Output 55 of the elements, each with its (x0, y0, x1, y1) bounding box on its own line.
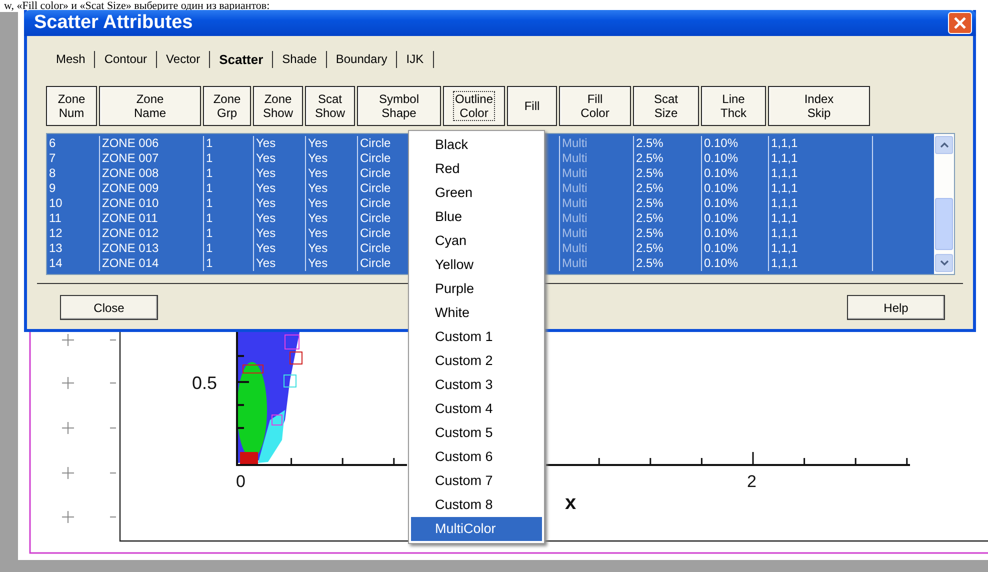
column-header[interactable]: Fill Color (559, 86, 631, 126)
menu-item[interactable]: Custom 6 (411, 445, 542, 469)
menu-item[interactable]: Custom 4 (411, 397, 542, 421)
tab[interactable]: IJK (397, 50, 434, 68)
menu-item[interactable]: White (411, 301, 542, 325)
tab[interactable]: Contour (95, 50, 158, 68)
menu-item[interactable]: Custom 8 (411, 493, 542, 517)
column-header[interactable]: Zone Grp (203, 86, 251, 126)
scrollbar[interactable] (934, 134, 954, 274)
chevron-down-icon (940, 260, 948, 266)
scroll-down-button[interactable] (935, 254, 953, 272)
menu-item[interactable]: Custom 1 (411, 325, 542, 349)
document-text: w, «Fill color» и «Scat Size» выберите один из вариантов: (3, 0, 271, 12)
tab[interactable]: Shade (273, 50, 327, 68)
menu-item[interactable]: Purple (411, 277, 542, 301)
menu-item[interactable]: Custom 3 (411, 373, 542, 397)
column-header[interactable]: Symbol Shape (357, 86, 441, 126)
column-header[interactable]: Scat Size (633, 86, 699, 126)
y-tick-label: 0.5 (192, 373, 218, 393)
x-axis-label: x (565, 492, 576, 514)
table-cell: 0.10% (702, 256, 769, 271)
scroll-thumb[interactable] (935, 198, 953, 250)
tab[interactable]: Boundary (326, 50, 398, 68)
scroll-up-button[interactable] (935, 136, 953, 154)
tab[interactable]: Scatter (210, 50, 274, 68)
x-tick-label: 0 (236, 472, 246, 491)
dialog-button[interactable]: Close (60, 295, 158, 320)
column-header[interactable]: Fill (507, 86, 557, 126)
table-cell: Yes (306, 256, 358, 271)
menu-item[interactable]: MultiColor (411, 517, 542, 541)
table-cell: 1,1,1 (769, 256, 873, 271)
dialog-button[interactable]: Help (847, 295, 945, 320)
column-header[interactable]: Zone Num (46, 86, 97, 126)
tab[interactable]: Mesh (47, 50, 96, 68)
column-header[interactable]: Index Skip (768, 86, 870, 126)
window-title: Scatter Attributes (34, 12, 193, 34)
column-header[interactable]: Line Thck (701, 86, 766, 126)
table-cell: 2.5% (634, 256, 702, 271)
table-cell: Multi (560, 256, 634, 271)
close-button[interactable] (948, 12, 972, 34)
column-header[interactable]: Zone Show (253, 86, 303, 126)
table-cell: ZONE 014 (100, 256, 204, 271)
table-cell: Yes (254, 256, 306, 271)
menu-item[interactable]: Custom 7 (411, 469, 542, 493)
table-cell: 14 (47, 256, 100, 271)
close-icon (953, 16, 967, 30)
x-tick-label: 2 (747, 472, 756, 491)
column-header[interactable]: Outline Color (443, 86, 505, 126)
column-header[interactable]: Zone Name (99, 86, 201, 126)
menu-item[interactable]: Custom 2 (411, 349, 542, 373)
column-header[interactable]: Scat Show (305, 86, 355, 126)
menu-item[interactable]: Custom 5 (411, 421, 542, 445)
chevron-up-icon (940, 142, 948, 148)
table-cell: 1 (204, 256, 254, 271)
tab[interactable]: Vector (157, 50, 210, 68)
